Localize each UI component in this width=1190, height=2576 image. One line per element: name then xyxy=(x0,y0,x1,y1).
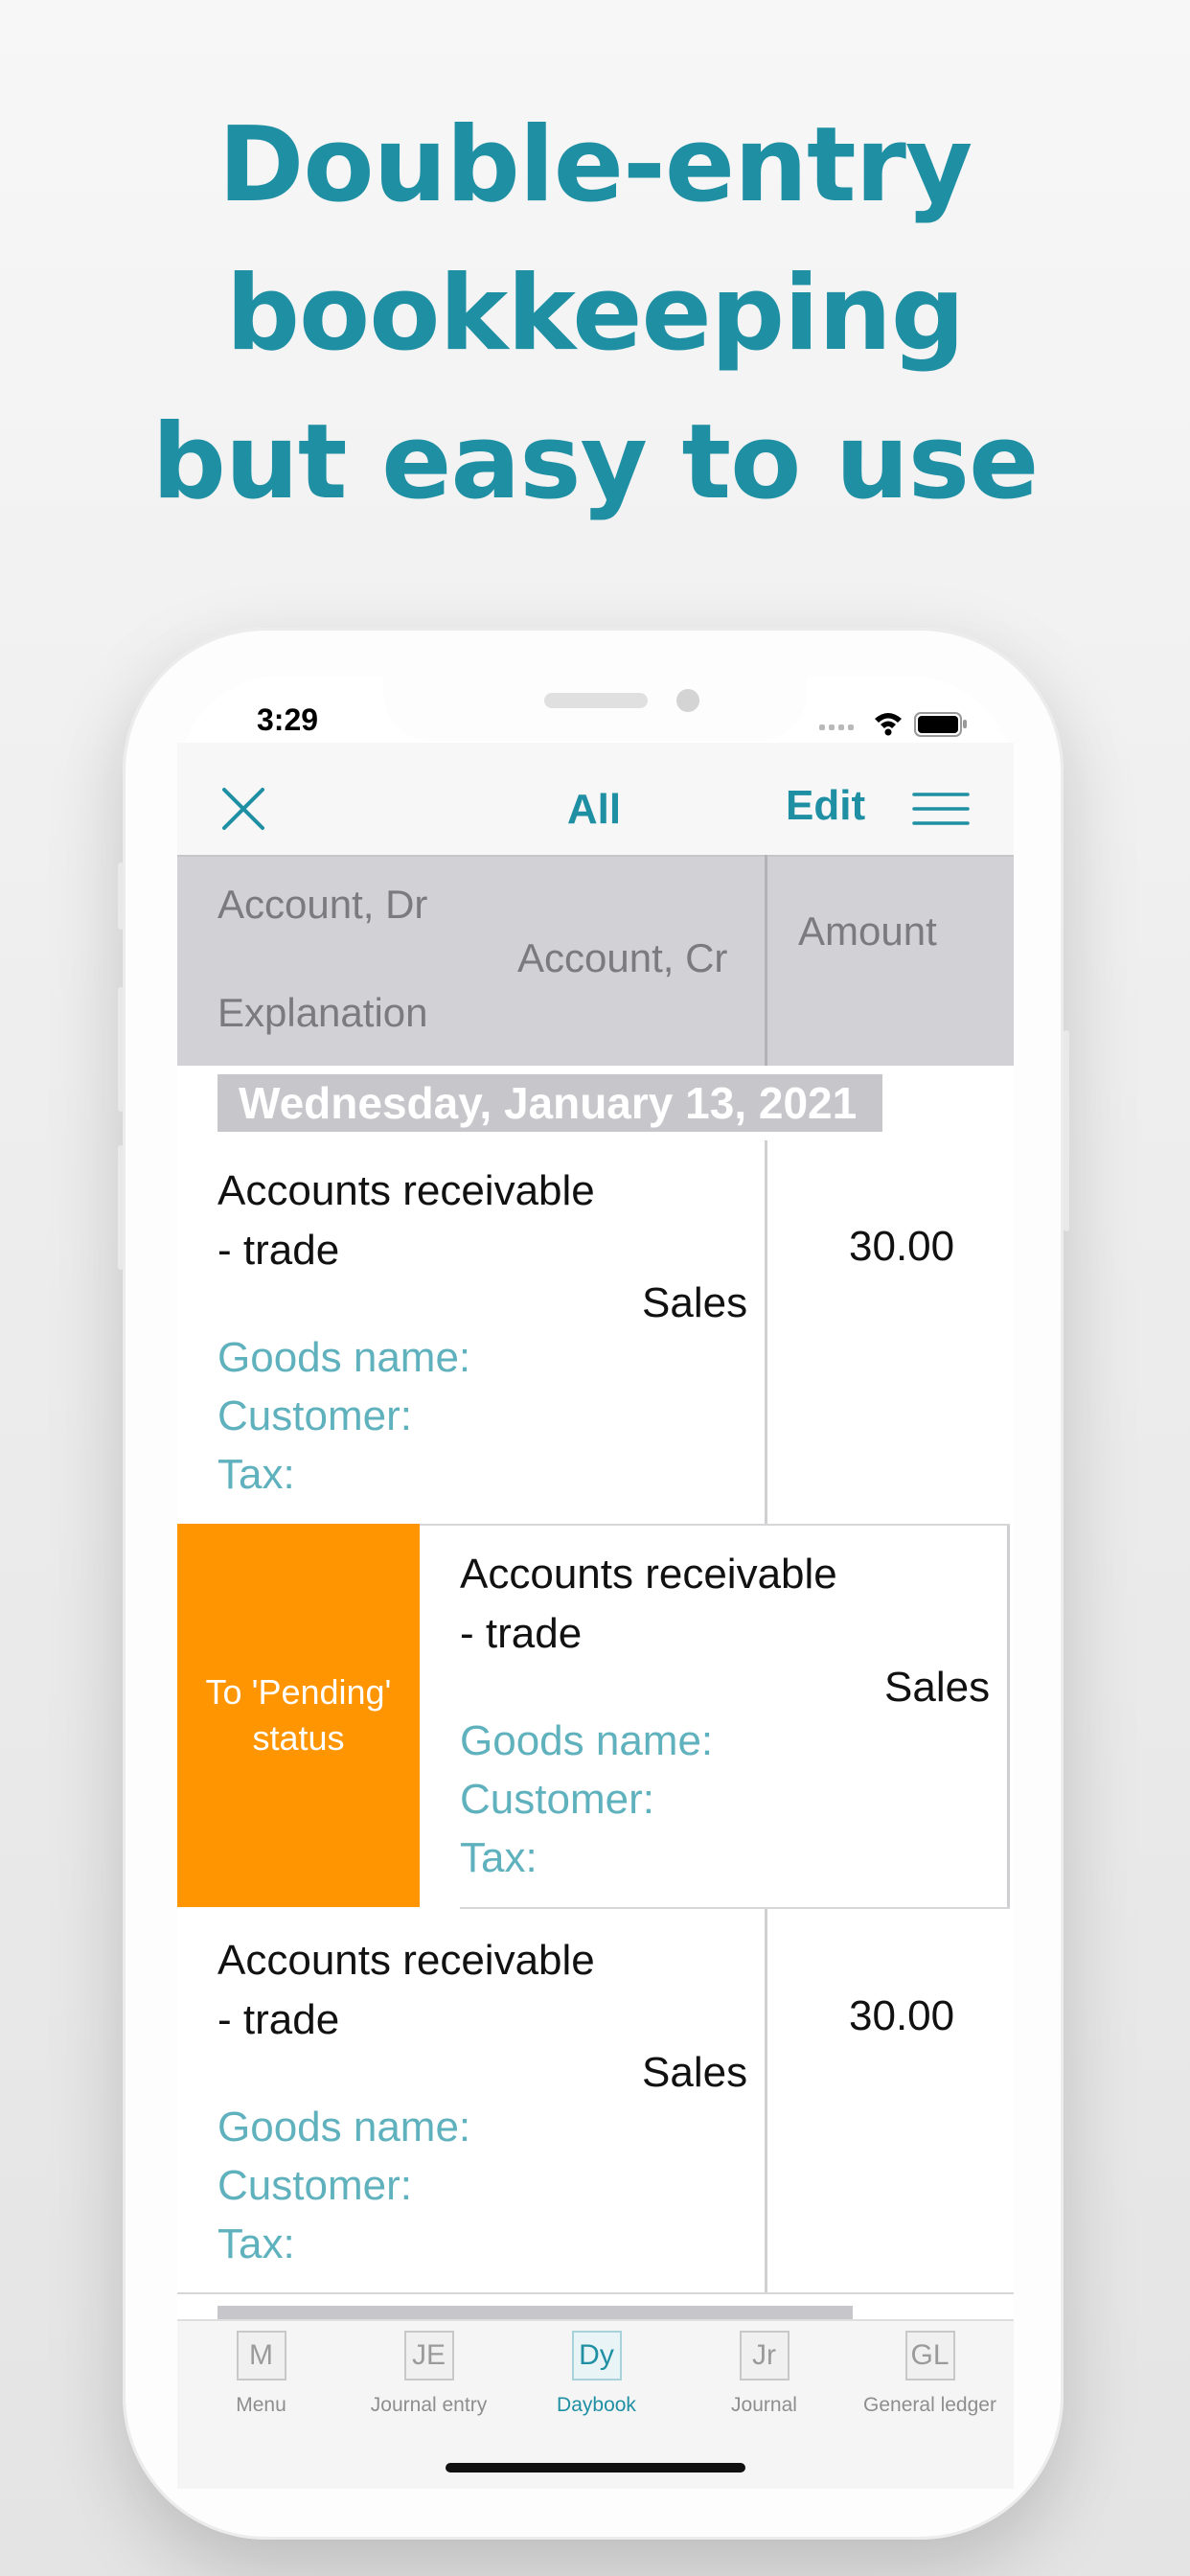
tab-daybook-icon: Dy xyxy=(571,2331,622,2380)
entry-debit-account-cont: - trade xyxy=(217,1996,340,2043)
entry-tax: Tax: xyxy=(460,1834,538,1881)
phone-speaker xyxy=(544,693,648,708)
row-divider xyxy=(177,2292,1014,2294)
entry-debit-account-cont: - trade xyxy=(217,1227,340,1274)
headline-line-2: bookkeeping xyxy=(225,254,965,374)
filter-title[interactable]: All xyxy=(537,786,652,834)
entry-customer: Customer: xyxy=(460,1776,654,1823)
entry-credit-account: Sales xyxy=(642,1279,748,1326)
entry-goods-name: Goods name: xyxy=(217,1334,471,1381)
tab-journal-entry-icon: JE xyxy=(403,2331,454,2380)
wifi-icon xyxy=(875,713,902,736)
tab-journal[interactable]: Jr Journal xyxy=(680,2331,848,2417)
entry-credit-account: Sales xyxy=(884,1664,991,1711)
hamburger-menu-icon[interactable] xyxy=(912,792,970,826)
phone-side-button xyxy=(118,862,124,930)
next-date-section-header xyxy=(217,2306,853,2319)
entry-amount: 30.00 xyxy=(849,1223,955,1270)
tab-menu-label: Menu xyxy=(236,2394,286,2416)
status-time: 3:29 xyxy=(257,702,319,737)
entry-tax: Tax: xyxy=(217,1451,295,1498)
tab-menu-icon: M xyxy=(236,2331,286,2380)
entry-debit-account: Accounts receivable xyxy=(217,1937,595,1984)
tab-journal-entry[interactable]: JE Journal entry xyxy=(345,2331,513,2417)
entry-credit-account: Sales xyxy=(642,2049,748,2096)
tab-journal-icon: Jr xyxy=(739,2331,790,2380)
header-account-cr: Account, Cr xyxy=(517,935,728,980)
entry-debit-account: Accounts receivable xyxy=(217,1167,595,1214)
entry-column-divider xyxy=(765,1140,767,1524)
battery-icon xyxy=(914,712,967,737)
status-icons xyxy=(819,712,967,737)
entry-goods-name: Goods name: xyxy=(217,2104,471,2150)
phone-volume-up xyxy=(118,987,124,1112)
header-account-dr: Account, Dr xyxy=(217,882,428,927)
entry-customer: Customer: xyxy=(217,2162,412,2209)
header-amount: Amount xyxy=(798,908,937,954)
home-indicator[interactable] xyxy=(446,2463,745,2472)
tab-daybook-label: Daybook xyxy=(557,2394,636,2416)
header-explanation: Explanation xyxy=(217,990,428,1035)
row-divider xyxy=(420,1524,1010,1526)
tab-general-ledger[interactable]: GL General ledger xyxy=(846,2331,1014,2417)
entry-goods-name: Goods name: xyxy=(460,1717,714,1764)
entry-column-divider xyxy=(765,1909,767,2292)
close-icon[interactable] xyxy=(218,784,268,834)
phone-volume-down xyxy=(118,1145,124,1270)
row-divider xyxy=(460,1907,1010,1909)
column-header-divider xyxy=(765,855,767,1066)
tab-daybook[interactable]: Dy Daybook xyxy=(513,2331,680,2417)
tab-menu[interactable]: M Menu xyxy=(177,2331,345,2417)
signal-icon xyxy=(819,724,854,730)
entry-debit-account: Accounts receivable xyxy=(460,1551,837,1598)
tab-general-ledger-label: General ledger xyxy=(863,2394,996,2416)
entry-amount: 30.00 xyxy=(849,1992,955,2039)
phone-camera xyxy=(676,689,699,712)
tab-general-ledger-icon: GL xyxy=(904,2331,955,2380)
entry-customer: Customer: xyxy=(217,1392,412,1439)
tab-journal-label: Journal xyxy=(731,2394,797,2416)
headline-line-3: but easy to use xyxy=(151,402,1040,522)
date-section-header: Wednesday, January 13, 2021 xyxy=(217,1074,882,1132)
entry-debit-account-cont: - trade xyxy=(460,1610,583,1657)
phone-power-button xyxy=(1064,1030,1069,1231)
marketing-headline: Double-entry bookkeeping but easy to use xyxy=(0,91,1190,537)
pending-status-swipe-action[interactable]: To 'Pending' status xyxy=(177,1524,420,1907)
entry-tax: Tax: xyxy=(217,2220,295,2267)
edit-button[interactable]: Edit xyxy=(786,782,865,830)
headline-line-1: Double-entry xyxy=(217,105,973,225)
tab-journal-entry-label: Journal entry xyxy=(370,2394,488,2416)
